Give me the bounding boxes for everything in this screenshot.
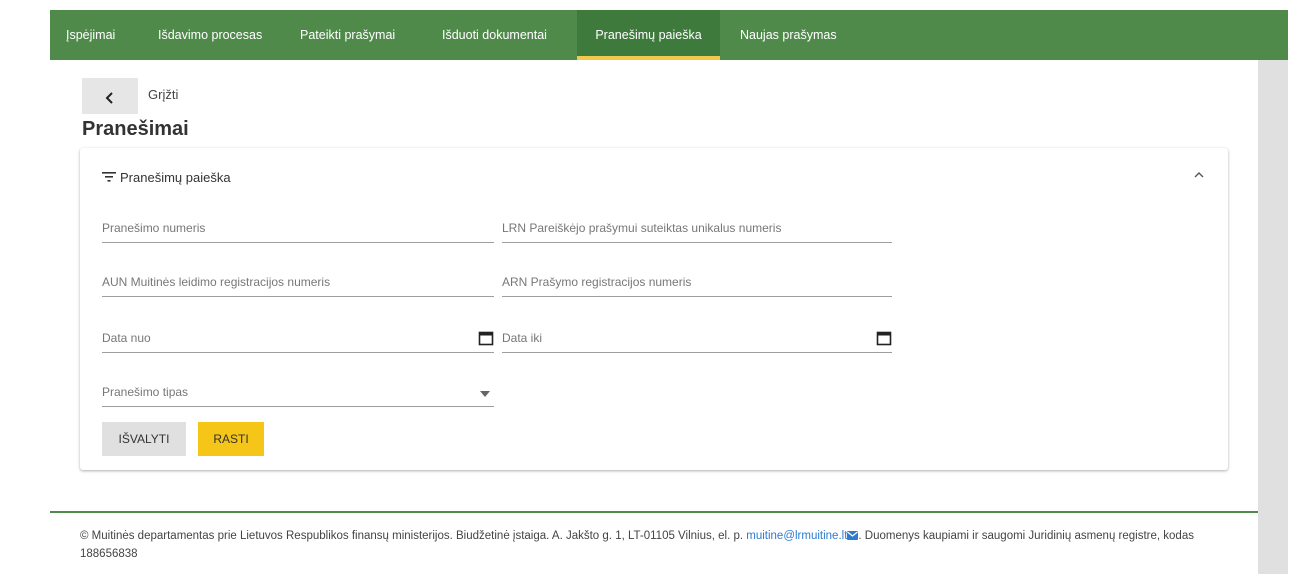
find-button[interactable]: RASTI [198,422,264,456]
back-button[interactable] [82,78,138,114]
calendar-icon[interactable] [876,330,892,346]
message-type-placeholder: Pranešimo tipas [102,385,189,399]
search-panel: Pranešimų paieška Pranešimo numeris LRN … [80,148,1228,470]
dropdown-arrow-icon [480,391,490,397]
date-to-field[interactable]: Data iki [502,320,892,353]
footer-text-before: © Muitinės departamentas prie Lietuvos R… [80,530,747,542]
tab-ispejimai[interactable]: Įspėjimai [66,10,122,60]
filter-icon [102,172,116,182]
tab-naujas-prasymas[interactable]: Naujas prašymas [740,10,860,60]
calendar-icon[interactable] [478,330,494,346]
clear-button[interactable]: IŠVALYTI [102,422,186,456]
date-from-field[interactable]: Data nuo [102,320,494,353]
mail-icon [847,531,859,540]
date-from-placeholder: Data nuo [102,331,151,345]
tab-pranesimu-paieska[interactable]: Pranešimų paieška [577,10,720,60]
tab-label: Pranešimų paieška [595,28,702,42]
search-panel-title: Pranešimų paieška [120,169,231,185]
search-panel-header[interactable]: Pranešimų paieška [102,166,231,188]
arn-placeholder: ARN Prašymo registracijos numeris [502,275,692,289]
message-number-placeholder: Pranešimo numeris [102,221,206,235]
back-label[interactable]: Grįžti [148,87,178,102]
footer-text: © Muitinės departamentas prie Lietuvos R… [80,527,1230,563]
tab-label: Išduoti dokumentai [442,28,547,42]
aun-placeholder: AUN Muitinės leidimo registracijos numer… [102,275,331,289]
footer: © Muitinės departamentas prie Lietuvos R… [50,511,1258,576]
lrn-field[interactable]: LRN Pareiškėjo prašymui suteiktas unikal… [502,210,892,243]
date-to-placeholder: Data iki [502,331,543,345]
tab-label: Pateikti prašymai [300,28,396,42]
tab-isduoti-dokumentai[interactable]: Išduoti dokumentai [442,10,562,60]
app-frame: Įspėjimai Išdavimo procesas Pateikti pra… [50,10,1288,576]
footer-email-link[interactable]: muitine@lrmuitine.lt [746,530,847,542]
top-navigation: Įspėjimai Išdavimo procesas Pateikti pra… [50,10,1288,60]
tab-label: Naujas prašymas [740,28,837,42]
tab-label: Išdavimo procesas [158,28,263,42]
chevron-up-icon[interactable] [1192,168,1206,182]
page-title: Pranešimai [82,118,189,140]
tab-isdavimo-procesas[interactable]: Išdavimo procesas [158,10,278,60]
message-number-field[interactable]: Pranešimo numeris [102,210,494,243]
tab-label: Įspėjimai [66,28,116,42]
chevron-left-icon [105,92,113,104]
tab-pateikti-prasymai[interactable]: Pateikti prašymai [300,10,420,60]
aun-field[interactable]: AUN Muitinės leidimo registracijos numer… [102,264,494,297]
message-type-select[interactable]: Pranešimo tipas [102,374,494,407]
main-content: Grįžti Pranešimai Pranešimų paieška Pran… [50,60,1258,511]
arn-field[interactable]: ARN Prašymo registracijos numeris [502,264,892,297]
lrn-placeholder: LRN Pareiškėjo prašymui suteiktas unikal… [502,221,782,235]
